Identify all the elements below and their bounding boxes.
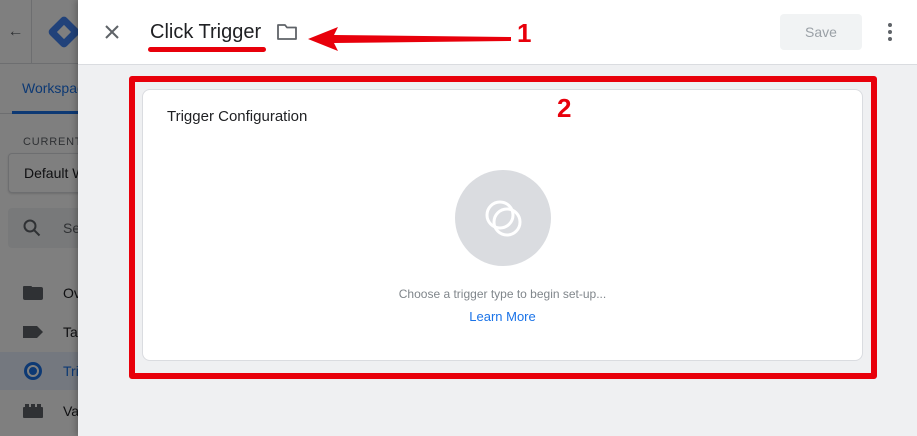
close-icon[interactable] — [100, 20, 124, 44]
annotation-number-1: 1 — [517, 18, 532, 48]
folder-outline-icon[interactable] — [276, 22, 298, 42]
trigger-name-title[interactable]: Click Trigger — [150, 21, 261, 44]
annotation-arrow-icon — [308, 27, 511, 51]
annotation-highlight-box — [129, 76, 877, 379]
more-vert-icon[interactable] — [878, 20, 902, 44]
annotation-number-2: 2 — [557, 93, 572, 123]
save-button[interactable]: Save — [780, 14, 862, 50]
annotation-underline — [148, 47, 266, 52]
